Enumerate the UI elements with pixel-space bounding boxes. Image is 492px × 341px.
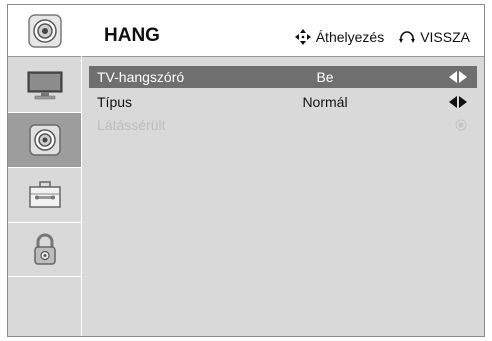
sidebar-item-lock[interactable] (8, 223, 81, 277)
key-hints: Áthelyezés VISSZA (294, 28, 470, 46)
sidebar-item-sound-header (8, 5, 81, 57)
row-label: Típus (97, 94, 133, 110)
lock-icon (33, 233, 56, 265)
move-hint-label: Áthelyezés (315, 29, 385, 45)
move-arrows-icon (294, 28, 312, 46)
row-label: Látássérült (97, 117, 166, 133)
settings-window: HANG Áthelyezés VISSZA TV-hangszóró Be T… (7, 4, 485, 337)
row-label: TV-hangszóró (97, 69, 185, 85)
menu-row-type[interactable]: Típus Normál (89, 91, 477, 113)
header: HANG Áthelyezés VISSZA (82, 5, 484, 57)
back-hint-label: VISSZA (420, 29, 470, 45)
sidebar-item-sound[interactable] (8, 113, 81, 168)
speaker-icon (28, 124, 61, 156)
menu-row-tv-speaker[interactable]: TV-hangszóró Be (89, 66, 477, 88)
back-icon (398, 30, 416, 44)
sidebar-item-setup[interactable] (8, 168, 81, 223)
left-right-arrows-icon[interactable] (449, 96, 467, 108)
sidebar-item-picture[interactable] (8, 57, 81, 113)
sidebar-item-empty (8, 277, 81, 336)
tv-screen-icon (27, 71, 62, 99)
radio-icon (455, 119, 467, 131)
speaker-icon (27, 13, 62, 48)
toolbox-icon (28, 181, 61, 208)
menu-panel: TV-hangszóró Be Típus Normál Látássérült (82, 57, 484, 336)
row-value: Normál (302, 94, 348, 110)
left-right-arrows-icon[interactable] (449, 71, 467, 83)
page-title: HANG (104, 25, 160, 46)
sidebar (8, 5, 81, 336)
row-value: Be (316, 69, 334, 85)
menu-row-visually-impaired: Látássérült (89, 114, 477, 136)
